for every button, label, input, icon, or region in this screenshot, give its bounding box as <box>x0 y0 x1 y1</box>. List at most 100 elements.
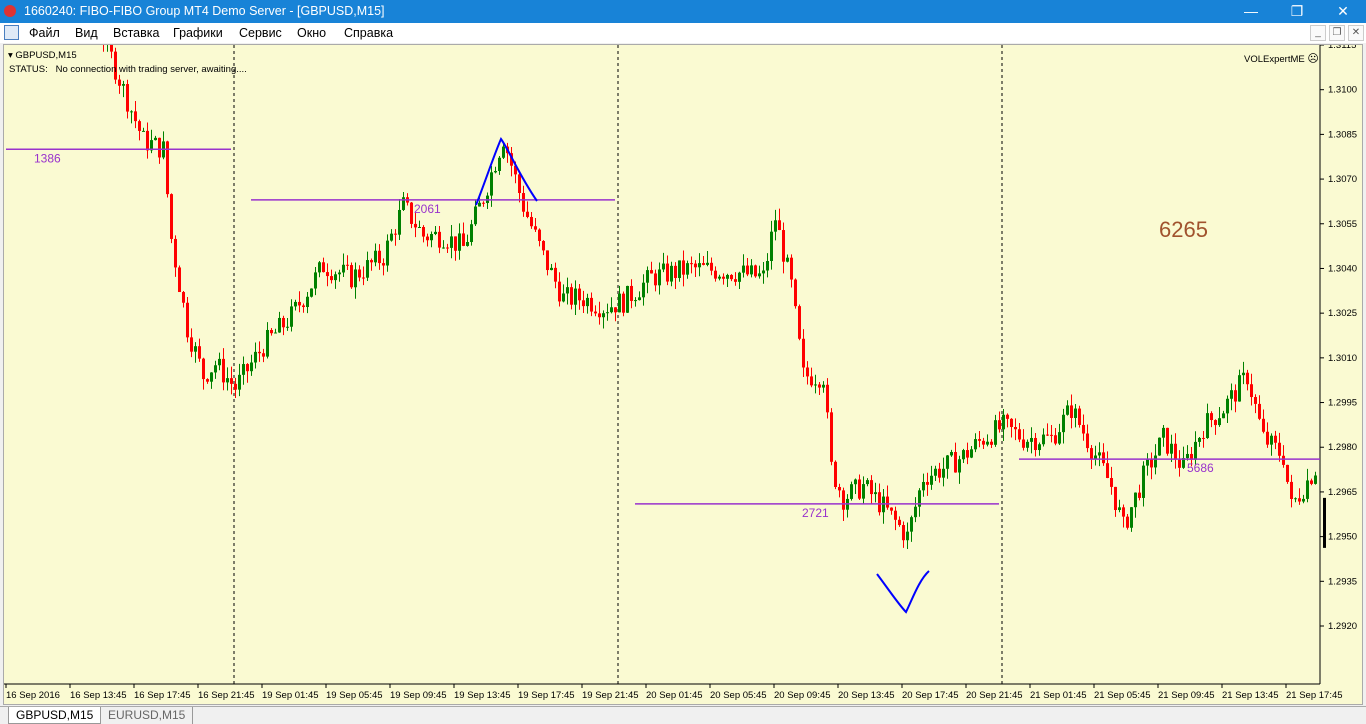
time-tick-label: 21 Sep 13:45 <box>1222 690 1279 701</box>
menu-charts[interactable]: Графики <box>173 23 223 43</box>
menu-help[interactable]: Справка <box>344 23 393 43</box>
candle-body <box>430 234 433 241</box>
candle-body <box>950 452 953 456</box>
candle-body <box>1066 405 1069 415</box>
candle-body <box>182 292 185 303</box>
menu-tools[interactable]: Сервис <box>239 23 282 43</box>
candle-body <box>1022 439 1025 448</box>
candle-body <box>734 279 737 282</box>
candle-body <box>678 260 681 279</box>
chart-window-icon[interactable] <box>4 25 19 40</box>
candle-body <box>674 265 677 279</box>
candle-body <box>190 337 193 352</box>
candle-body <box>1186 453 1189 459</box>
candle-body <box>710 262 713 271</box>
candle-body <box>658 269 661 286</box>
candle-body <box>638 297 641 301</box>
candle-body <box>1002 414 1005 430</box>
candle-body <box>206 379 209 382</box>
tab-eurusd[interactable]: EURUSD,M15 <box>101 707 194 724</box>
candle-body <box>1254 397 1257 404</box>
candle-body <box>374 250 377 263</box>
mdi-close-button[interactable]: ✕ <box>1348 25 1364 41</box>
title-bar: 1660240: FIBO-FIBO Group MT4 Demo Server… <box>0 0 1366 23</box>
tab-gbpusd[interactable]: GBPUSD,M15 <box>8 707 102 724</box>
candle-body <box>306 296 309 308</box>
close-button[interactable]: ✕ <box>1320 0 1366 23</box>
candle-body <box>1294 498 1297 500</box>
candle-body <box>1174 443 1177 460</box>
menu-view[interactable]: Вид <box>75 23 98 43</box>
candle-body <box>118 79 121 86</box>
candle-body <box>1050 434 1053 436</box>
candle-body <box>526 211 529 217</box>
candle-body <box>1150 459 1153 468</box>
candle-body <box>1274 435 1277 443</box>
candle-body <box>258 351 261 354</box>
candle-body <box>1082 424 1085 434</box>
candle-body <box>1290 481 1293 499</box>
restore-button[interactable]: ❐ <box>1274 0 1320 23</box>
price-tick-label: 1.3085 <box>1328 129 1357 140</box>
candle-body <box>602 313 605 318</box>
candle-body <box>358 269 361 278</box>
candle-body <box>1106 463 1109 478</box>
candle-body <box>454 236 457 251</box>
candle-body <box>422 227 425 237</box>
candle-body <box>386 240 389 266</box>
chart-canvas[interactable]: 1.3115 1.3100 1.3085 1.3070 1.3055 1.3040 1.30… <box>4 45 1364 706</box>
candle-body <box>350 265 353 288</box>
candle-body <box>598 313 601 318</box>
level-label: 2061 <box>414 202 441 216</box>
candle-body <box>706 262 709 265</box>
candle-body <box>1194 441 1197 460</box>
candle-body <box>974 439 977 450</box>
price-tick-label: 1.3115 <box>1328 45 1356 51</box>
candle-body <box>1314 475 1317 484</box>
menu-insert[interactable]: Вставка <box>113 23 159 43</box>
candle-body <box>1010 418 1013 427</box>
candle-body <box>738 272 741 282</box>
menu-window[interactable]: Окно <box>297 23 326 43</box>
candle-body <box>1054 435 1057 444</box>
candle-body <box>1122 507 1125 517</box>
mdi-restore-button[interactable]: ❐ <box>1329 25 1345 41</box>
candle-body <box>194 346 197 352</box>
candle-body <box>434 231 437 235</box>
level-label: 5686 <box>1187 461 1214 475</box>
candle-body <box>250 362 253 372</box>
candle-body <box>322 262 325 273</box>
candle-body <box>294 301 297 307</box>
expert-name: VOLExpertME <box>1244 54 1305 65</box>
candle-body <box>282 317 285 328</box>
candle-body <box>910 517 913 532</box>
minimize-button[interactable]: — <box>1228 0 1274 23</box>
candle-body <box>582 300 585 307</box>
candle-body <box>746 265 749 275</box>
candle-body <box>414 223 417 228</box>
time-tick-label: 16 Sep 2016 <box>6 690 60 701</box>
mdi-minimize-button[interactable]: _ <box>1310 25 1326 41</box>
candle-body <box>1162 427 1165 438</box>
time-tick-label: 19 Sep 01:45 <box>262 690 319 701</box>
candle-body <box>906 531 909 541</box>
expert-label[interactable]: VOLExpertME ☹ <box>1244 52 1319 65</box>
candle-body <box>1230 390 1233 399</box>
menu-file[interactable]: Файл <box>29 23 60 43</box>
candle-body <box>946 455 949 469</box>
time-tick-label: 20 Sep 01:45 <box>646 690 703 701</box>
candle-body <box>786 257 789 262</box>
candle-body <box>1250 384 1253 398</box>
candle-body <box>558 281 561 302</box>
candle-body <box>1018 429 1021 440</box>
candle-body <box>1074 408 1077 418</box>
candle-body <box>210 372 213 382</box>
candle-body <box>410 202 413 224</box>
candle-body <box>722 276 725 279</box>
candle-body <box>630 285 633 301</box>
candle-body <box>1246 372 1249 385</box>
price-chart[interactable]: 1.3115 1.3100 1.3085 1.3070 1.3055 1.3040 1.30… <box>3 44 1363 705</box>
chart-tabs: GBPUSD,M15 EURUSD,M15 <box>0 706 1366 724</box>
candle-body <box>686 263 689 275</box>
candle-body <box>1286 464 1289 482</box>
